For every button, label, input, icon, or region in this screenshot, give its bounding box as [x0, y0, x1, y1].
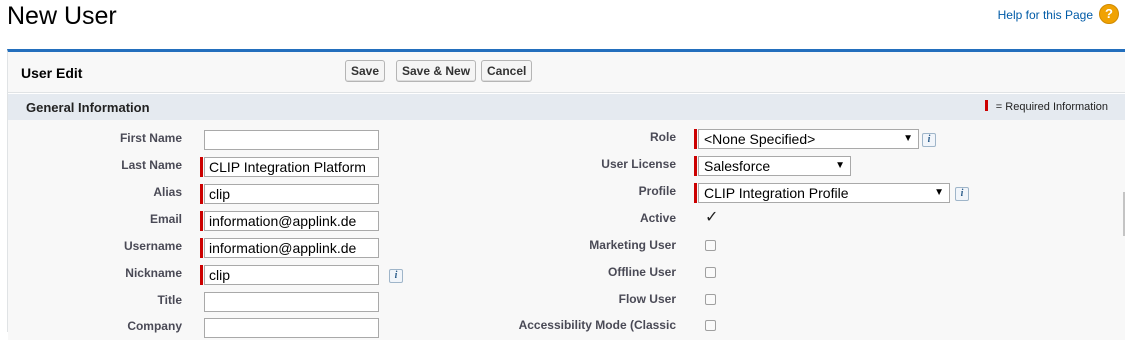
- page-title: New User: [7, 2, 117, 30]
- section-header-general-information: General Information = Required Informati…: [8, 93, 1125, 120]
- role-select[interactable]: <None Specified> ▼: [698, 129, 919, 149]
- profile-select[interactable]: CLIP Integration Profile ▼: [698, 183, 950, 203]
- required-marker: [694, 183, 697, 203]
- offline-user-label: Offline User: [607, 265, 676, 279]
- required-marker: [694, 129, 697, 149]
- required-legend: = Required Information: [984, 100, 1108, 113]
- flow-user-checkbox[interactable]: [705, 294, 716, 305]
- chevron-down-icon: ▼: [903, 133, 913, 144]
- role-label: Role: [649, 130, 676, 144]
- user-edit-panel: User Edit Save Save & New Cancel General…: [7, 49, 1125, 340]
- required-marker: [694, 156, 697, 176]
- panel-header: User Edit Save Save & New Cancel: [8, 52, 1125, 93]
- marketing-user-label: Marketing User: [589, 238, 676, 252]
- required-indicator-icon: [984, 100, 988, 111]
- save-and-new-button[interactable]: Save & New: [396, 60, 477, 82]
- flow-user-label: Flow User: [618, 292, 676, 306]
- role-info-icon[interactable]: i: [922, 133, 936, 147]
- chevron-down-icon: ▼: [934, 187, 944, 198]
- profile-select-value: CLIP Integration Profile: [704, 185, 849, 201]
- help-link[interactable]: Help for this Page: [998, 8, 1093, 22]
- accessibility-mode-label: Accessibility Mode (Classic: [518, 318, 676, 332]
- chevron-down-icon: ▼: [835, 160, 845, 171]
- active-checkbox-checked-icon[interactable]: ✓: [705, 210, 718, 226]
- role-select-value: <None Specified>: [704, 131, 816, 147]
- profile-info-icon[interactable]: i: [955, 187, 969, 201]
- help-icon[interactable]: ?: [1099, 4, 1119, 24]
- user-license-label: User License: [601, 157, 676, 171]
- cancel-button[interactable]: Cancel: [481, 60, 533, 82]
- section-title: General Information: [26, 100, 150, 115]
- panel-title: User Edit: [21, 65, 83, 81]
- marketing-user-checkbox[interactable]: [705, 240, 716, 251]
- required-legend-text: = Required Information: [995, 101, 1108, 113]
- active-label: Active: [639, 211, 676, 225]
- profile-label: Profile: [638, 184, 676, 198]
- offline-user-checkbox[interactable]: [705, 267, 716, 278]
- user-license-select-value: Salesforce: [704, 158, 771, 174]
- form-body: First Name Last Name CLIP Integration Pl…: [8, 120, 1125, 340]
- user-license-select[interactable]: Salesforce ▼: [698, 156, 851, 176]
- save-button[interactable]: Save: [345, 60, 386, 82]
